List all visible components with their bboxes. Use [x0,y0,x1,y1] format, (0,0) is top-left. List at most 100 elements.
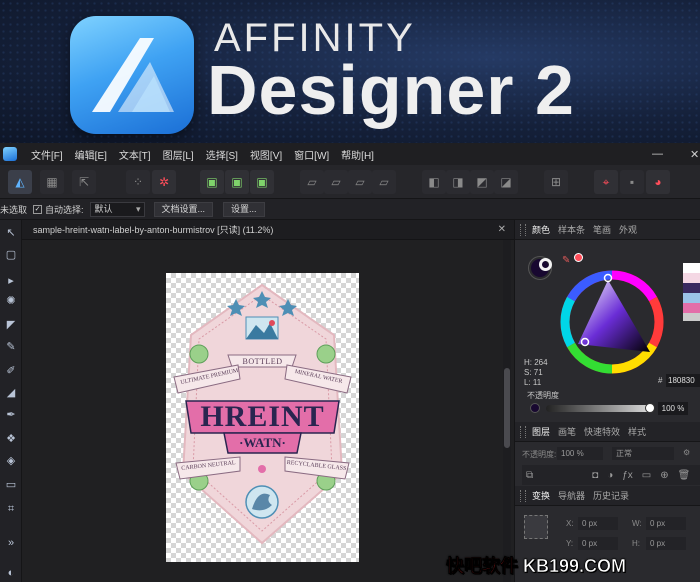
assistant-icon[interactable]: ◕ [646,170,670,194]
layer-settings-gear-icon[interactable]: ⚙ [683,448,690,457]
align-center-icon[interactable]: ▣ [225,170,249,194]
y-position-field[interactable]: 0 px [578,537,618,550]
tab-color[interactable]: 颜色 [532,223,550,236]
boolean-subtract-icon[interactable]: ◨ [446,170,470,194]
opacity-slider[interactable] [546,405,652,412]
menu-layer[interactable]: 图层[L] [163,147,194,162]
layers-actions-bar: ⧉ ◘ ◑ ƒx ▭ ⊕ 🗑 [522,465,700,485]
node-tool-icon[interactable]: ▸ [2,272,20,290]
close-document-icon[interactable]: ✕ [498,220,506,240]
layer-fx-icon[interactable]: ƒx [622,470,633,481]
canvas-vertical-scrollbar[interactable] [503,240,511,582]
minimize-button[interactable]: — [652,143,663,165]
tab-swatches[interactable]: 样本条 [558,223,585,236]
fill-tool-icon[interactable]: ◢ [2,384,20,402]
snapping-grid-icon[interactable]: ⁘ [126,170,150,194]
hex-hash-label: # [658,376,663,385]
transform-anchor-grid[interactable] [524,515,548,539]
boolean-intersect-icon[interactable]: ◩ [470,170,494,194]
tab-brushes[interactable]: 画笔 [558,425,576,438]
menu-view[interactable]: 视图[V] [250,147,282,162]
menu-edit[interactable]: 编辑[E] [75,147,107,162]
layer-arrange-icon[interactable]: ⧉ [526,470,533,481]
document-setup-button[interactable]: 文档设置... [153,201,214,217]
gradient-tool-icon[interactable]: ◈ [2,452,20,470]
tab-navigator[interactable]: 导航器 [558,489,585,502]
panel-grip-icon[interactable] [520,223,526,236]
snapping-settings-icon[interactable]: ⌖ [594,170,618,194]
tab-appearance[interactable]: 外观 [619,223,637,236]
layer-group-icon[interactable]: ▭ [642,470,651,481]
menu-bar: 文件[F] 编辑[E] 文本[T] 图层[L] 选择[S] 视图[V] 窗口[W… [0,143,700,165]
tab-stroke[interactable]: 笔画 [593,223,611,236]
menu-window[interactable]: 窗口[W] [294,147,329,162]
tab-history[interactable]: 历史记录 [593,489,629,502]
corner-tool-icon[interactable]: ✺ [2,292,20,310]
recent-color-dot[interactable] [574,253,583,262]
color-picker-dropper-icon[interactable]: ✎ [562,255,570,266]
close-window-button[interactable]: ✕ [690,143,699,165]
tab-styles[interactable]: 样式 [628,425,646,438]
color-swatch-icon[interactable]: ◐ [2,564,20,582]
layer-opacity-field[interactable]: 100 % [557,447,603,460]
tab-transform[interactable]: 变换 [532,489,550,502]
layer-mask-icon[interactable]: ◘ [592,470,598,481]
hreint-label-artwork[interactable]: BOTTLED ULTIMATE PREMIUM MINERAL WATER H… [166,273,359,562]
align-right-icon[interactable]: ▣ [250,170,274,194]
width-field[interactable]: 0 px [646,517,686,530]
align-left-icon[interactable]: ▣ [200,170,224,194]
color-swatch-strip[interactable] [683,263,700,321]
menu-select[interactable]: 选择[S] [206,147,238,162]
scrollbar-thumb[interactable] [504,368,510,448]
export-persona-icon[interactable]: ⇱ [72,170,96,194]
stroke-color-well[interactable] [539,258,552,271]
designer-persona-icon[interactable]: ◭ [8,170,32,194]
arrange-front-icon[interactable]: ▱ [372,170,396,194]
label-watn-text: ·WATN· [239,435,286,450]
place-image-icon[interactable]: ▭ [2,476,20,494]
menu-file[interactable]: 文件[F] [31,147,63,162]
menu-help[interactable]: 帮助[H] [341,147,374,162]
vector-brush-icon[interactable]: ✐ [2,362,20,380]
tab-layers[interactable]: 图层 [532,425,550,438]
hex-color-input[interactable]: 180830 [666,374,700,387]
auto-select-checkbox[interactable]: ✓ [33,204,43,214]
arrange-back-icon[interactable]: ▱ [300,170,324,194]
layers-panel-tabs: 图层 画笔 快速特效 样式 [515,422,700,442]
crop-tool-icon[interactable]: ⌗ [2,500,20,518]
layer-adjustment-icon[interactable]: ◑ [607,470,613,481]
color-panel-tabs: 颜色 样本条 笔画 外观 [515,220,700,240]
app-icon[interactable] [3,147,17,161]
height-field[interactable]: 0 px [646,537,686,550]
pencil-tool-icon[interactable]: ✎ [2,338,20,356]
boolean-divide-icon[interactable]: ◪ [494,170,518,194]
color-picker-icon[interactable]: ✒ [2,406,20,424]
snapping-magnet-icon[interactable]: ✲ [152,170,176,194]
x-position-field[interactable]: 0 px [578,517,618,530]
artboard-tool-icon[interactable]: ▢ [2,246,20,264]
panel-grip-icon[interactable] [520,489,526,502]
transparency-tool-icon[interactable]: ❖ [2,430,20,448]
opacity-value-field[interactable]: 100 % [658,402,688,415]
panel-grip-icon[interactable] [520,425,526,438]
pen-tool-icon[interactable]: ◤ [2,316,20,334]
arrange-backward-icon[interactable]: ▱ [324,170,348,194]
auto-select-dropdown[interactable]: 默认 [89,201,145,217]
arrange-forward-icon[interactable]: ▱ [348,170,372,194]
tab-fx[interactable]: 快速特效 [584,425,620,438]
menu-text[interactable]: 文本[T] [119,147,151,162]
boolean-add-icon[interactable]: ◧ [422,170,446,194]
opacity-slider-handle[interactable] [645,403,655,413]
settings-button[interactable]: 设置... [223,201,265,217]
app-window: AFFINITY Designer 2 文件[F] 编辑[E] 文本[T] 图层… [0,0,700,582]
transform-origin-icon[interactable]: ⊞ [544,170,568,194]
document-tab[interactable]: sample-hreint-watn-label-by-anton-burmis… [22,220,514,240]
layer-add-icon[interactable]: ⊕ [660,470,668,481]
more-tools-icon[interactable]: » [2,534,20,552]
hue-color-wheel[interactable] [558,268,666,376]
layer-delete-icon[interactable]: 🗑 [678,470,691,481]
pixel-persona-icon[interactable]: ▦ [40,170,64,194]
blend-mode-dropdown[interactable]: 正常 [612,447,674,460]
view-mode-icon[interactable]: ▪ [620,170,644,194]
move-tool-icon[interactable]: ↖ [2,224,20,242]
